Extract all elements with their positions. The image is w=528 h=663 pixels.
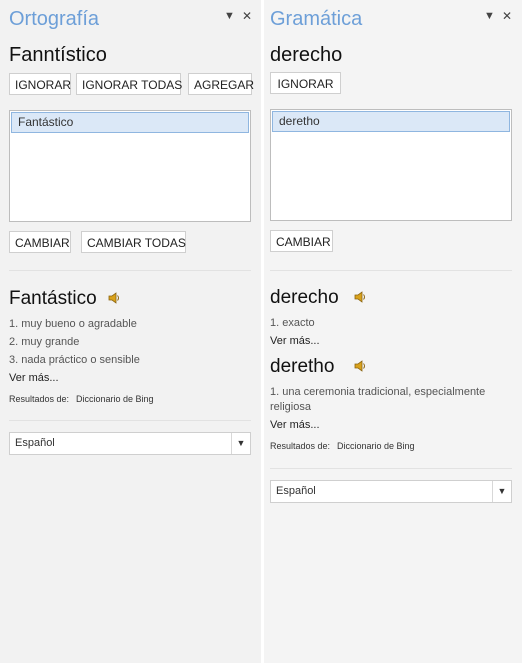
- close-icon[interactable]: ✕: [242, 9, 252, 23]
- change-all-button[interactable]: CAMBIAR TODAS: [81, 231, 186, 253]
- misspelled-word: Fanntístico: [9, 44, 107, 66]
- dictionary-word: Fantástico: [9, 288, 97, 309]
- chevron-down-icon[interactable]: ▼: [231, 433, 250, 454]
- definition-1: 1. muy bueno o agradable: [9, 318, 137, 330]
- ignore-button[interactable]: IGNORAR: [9, 73, 71, 95]
- dictionary-word: deretho: [270, 356, 335, 377]
- divider: [9, 420, 251, 421]
- flagged-word: derecho: [270, 44, 343, 66]
- spelling-pane: Ortografía ▼ ✕ Fanntístico IGNORAR IGNOR…: [0, 0, 261, 663]
- suggestions-list[interactable]: deretho: [270, 109, 512, 221]
- see-more-link[interactable]: Ver más...: [9, 372, 59, 384]
- suggestions-list[interactable]: Fantástico: [9, 110, 251, 222]
- pane-title: Gramática: [270, 8, 363, 30]
- change-button[interactable]: CAMBIAR: [270, 230, 333, 252]
- pane-options-icon[interactable]: ▼: [224, 10, 235, 22]
- speaker-icon[interactable]: [353, 359, 367, 373]
- language-select[interactable]: Español ▼: [9, 432, 251, 455]
- definition-1: 1. una ceremonia tradicional, especialme…: [270, 386, 486, 413]
- change-button[interactable]: CAMBIAR: [9, 231, 71, 253]
- language-select[interactable]: Español ▼: [270, 480, 512, 503]
- add-button[interactable]: AGREGAR: [188, 73, 254, 95]
- language-value: Español: [15, 437, 55, 449]
- chevron-down-icon[interactable]: ▼: [492, 481, 511, 502]
- definition-1: 1. exacto: [270, 317, 315, 329]
- see-more-link[interactable]: Ver más...: [270, 419, 320, 431]
- see-more-link[interactable]: Ver más...: [270, 335, 320, 347]
- divider: [9, 270, 251, 271]
- suggestion-item[interactable]: Fantástico: [11, 112, 249, 133]
- divider: [270, 270, 512, 271]
- ignore-button[interactable]: IGNORAR: [270, 72, 341, 94]
- pane-options-icon[interactable]: ▼: [484, 10, 495, 22]
- results-label: Resultados de:: [9, 394, 70, 404]
- definition-2: 2. muy grande: [9, 336, 80, 348]
- results-label: Resultados de:: [270, 441, 331, 451]
- dictionary-word: derecho: [270, 287, 339, 308]
- language-value: Español: [276, 485, 316, 497]
- definition-3: 3. nada práctico o sensible: [9, 354, 140, 366]
- pane-title: Ortografía: [9, 8, 100, 30]
- speaker-icon[interactable]: [353, 290, 367, 304]
- results-source: Diccionario de Bing: [76, 394, 154, 404]
- ignore-all-button[interactable]: IGNORAR TODAS: [76, 73, 182, 95]
- speaker-icon[interactable]: [107, 291, 121, 305]
- divider: [270, 468, 512, 469]
- grammar-pane: Gramática ▼ ✕ derecho IGNORAR deretho CA…: [264, 0, 522, 663]
- close-icon[interactable]: ✕: [502, 9, 512, 23]
- results-source: Diccionario de Bing: [337, 441, 415, 451]
- suggestion-item[interactable]: deretho: [272, 111, 510, 132]
